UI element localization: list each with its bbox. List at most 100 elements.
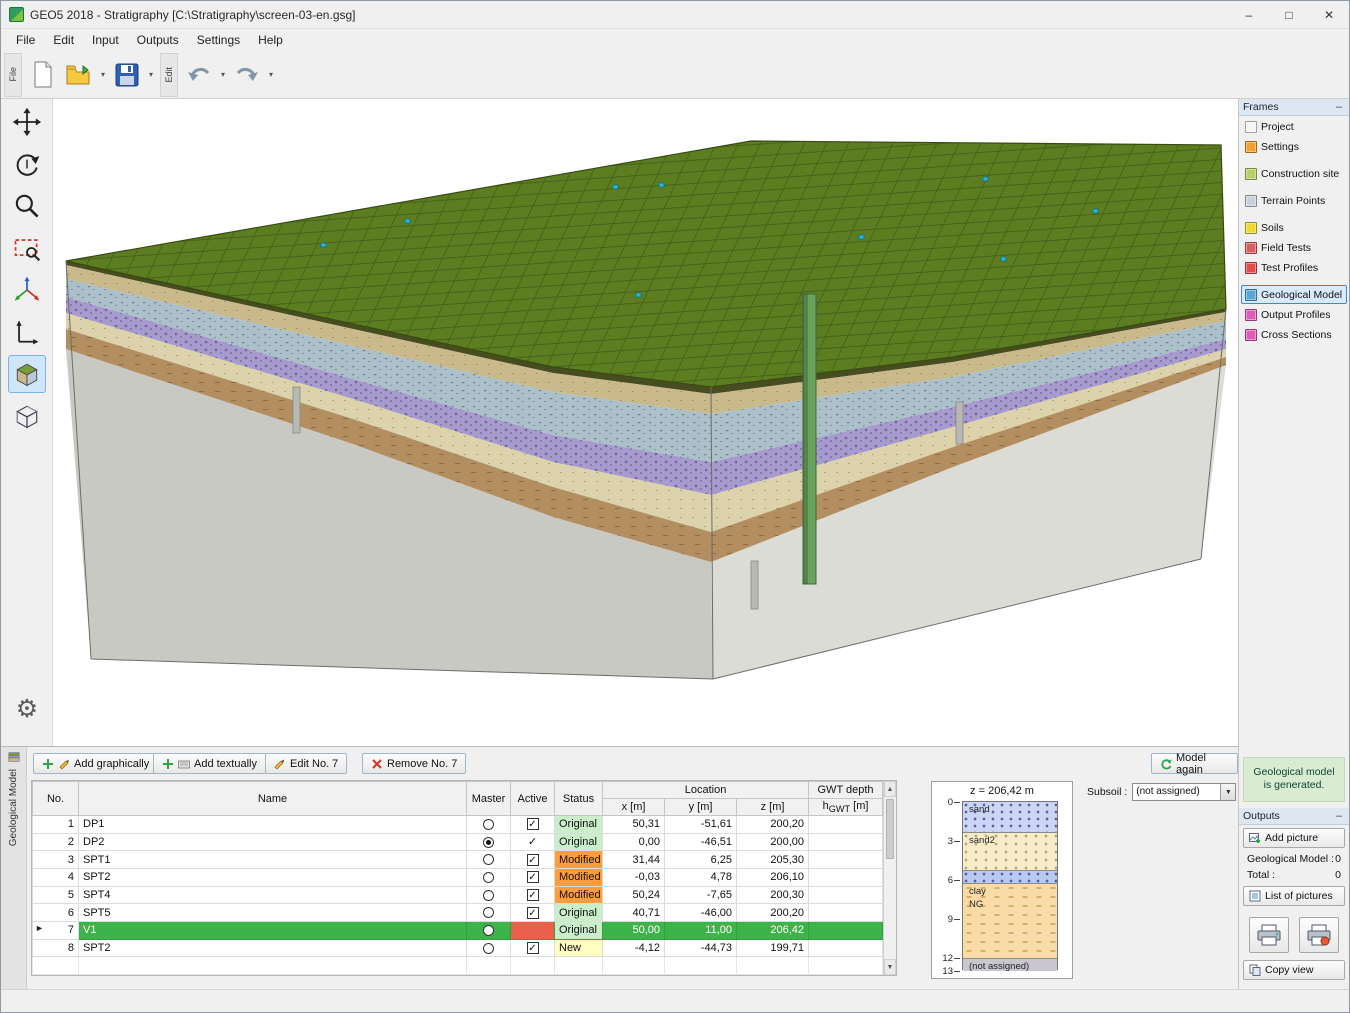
frame-item-geological-model[interactable]: Geological Model xyxy=(1241,285,1347,304)
depth-tick xyxy=(954,958,960,959)
zoom-tool-button[interactable] xyxy=(8,187,46,225)
menu-item-edit[interactable]: Edit xyxy=(44,31,83,49)
redo-dropdown[interactable]: ▾ xyxy=(265,57,277,93)
scroll-track[interactable] xyxy=(884,797,896,959)
master-radio[interactable] xyxy=(483,907,494,918)
undo-dropdown[interactable]: ▾ xyxy=(217,57,229,93)
bottom-panel-tab[interactable]: Geological Model xyxy=(1,747,27,989)
file-toolbar-tab[interactable]: File xyxy=(4,53,22,97)
add-graphically-button[interactable]: Add graphically xyxy=(33,753,158,774)
table-row-1-dp1[interactable]: 1DP1✓Original50,31-51,61200,20 xyxy=(33,816,883,834)
list-of-pictures-button[interactable]: List of pictures xyxy=(1243,886,1345,906)
active-cell[interactable]: ✓ xyxy=(511,851,555,869)
table-row-5-spt4[interactable]: 5SPT4✓Modified50,24-7,65200,30 xyxy=(33,886,883,904)
menu-item-file[interactable]: File xyxy=(7,31,44,49)
frame-item-settings[interactable]: Settings xyxy=(1241,137,1347,156)
axes-tool-button[interactable] xyxy=(8,271,46,309)
remove-test-button[interactable]: Remove No. 7 xyxy=(362,753,466,774)
add-picture-button[interactable]: Add picture xyxy=(1243,828,1345,848)
frame-item-cross-sections[interactable]: Cross Sections xyxy=(1241,325,1347,344)
active-cell-flagged[interactable] xyxy=(511,921,555,939)
frames-collapse-icon[interactable]: – xyxy=(1333,101,1345,113)
edit-test-button[interactable]: Edit No. 7 xyxy=(265,753,347,774)
menu-item-settings[interactable]: Settings xyxy=(188,31,249,49)
table-row-4-spt2[interactable]: 4SPT2✓Modified-0,034,78206,10 xyxy=(33,868,883,886)
minimize-button[interactable]: – xyxy=(1229,1,1269,28)
model-again-button[interactable]: Model again xyxy=(1151,753,1238,774)
viewport-3d[interactable] xyxy=(53,99,1238,746)
print-preview-button[interactable] xyxy=(1299,917,1339,953)
master-cell[interactable] xyxy=(467,868,511,886)
scroll-up-icon[interactable]: ▲ xyxy=(884,781,896,797)
zoom-window-tool-button[interactable] xyxy=(8,229,46,267)
master-radio[interactable] xyxy=(483,925,494,936)
master-cell[interactable] xyxy=(467,939,511,957)
table-row-6-spt5[interactable]: 6SPT5✓Original40,71-46,00200,20 xyxy=(33,904,883,922)
frame-item-terrain-points[interactable]: Terrain Points xyxy=(1241,191,1347,210)
menu-item-outputs[interactable]: Outputs xyxy=(128,31,188,49)
menu-item-input[interactable]: Input xyxy=(83,31,128,49)
scroll-down-icon[interactable]: ▼ xyxy=(884,959,896,975)
scroll-thumb[interactable] xyxy=(886,799,894,859)
add-textually-button[interactable]: Add textually xyxy=(153,753,266,774)
table-row-7-v1[interactable]: ►7V1Original50,0011,00206,42 xyxy=(33,921,883,939)
wireframe-view-button[interactable] xyxy=(8,397,46,435)
active-checkbox[interactable]: ✓ xyxy=(527,871,539,883)
master-cell[interactable] xyxy=(467,833,511,851)
undo-button[interactable] xyxy=(182,57,216,93)
active-checkbox[interactable]: ✓ xyxy=(527,854,539,866)
frame-item-output-profiles[interactable]: Output Profiles xyxy=(1241,305,1347,324)
active-cell[interactable]: ✓ xyxy=(511,904,555,922)
table-scrollbar[interactable]: ▲ ▼ xyxy=(883,781,896,975)
active-cell[interactable]: ✓ xyxy=(511,939,555,957)
close-button[interactable]: ✕ xyxy=(1309,1,1349,28)
master-radio[interactable] xyxy=(483,890,494,901)
orientation-tool-button[interactable] xyxy=(8,313,46,351)
master-cell[interactable] xyxy=(467,904,511,922)
frame-item-soils[interactable]: Soils xyxy=(1241,218,1347,237)
frame-item-field-tests[interactable]: Field Tests xyxy=(1241,238,1347,257)
menu-item-help[interactable]: Help xyxy=(249,31,292,49)
active-checkbox[interactable]: ✓ xyxy=(527,818,539,830)
active-cell[interactable]: ✓ xyxy=(511,833,555,851)
table-row-3-spt1[interactable]: 3SPT1✓Modified31,446,25205,30 xyxy=(33,851,883,869)
master-cell[interactable] xyxy=(467,816,511,834)
frame-item-project[interactable]: Project xyxy=(1241,117,1347,136)
new-file-button[interactable] xyxy=(26,57,60,93)
frame-item-construction-site[interactable]: Construction site xyxy=(1241,164,1347,183)
save-button[interactable] xyxy=(110,57,144,93)
active-checkbox[interactable]: ✓ xyxy=(527,907,539,919)
master-radio[interactable] xyxy=(483,854,494,865)
redo-button[interactable] xyxy=(230,57,264,93)
frame-item-test-profiles[interactable]: Test Profiles xyxy=(1241,258,1347,277)
active-checkbox[interactable]: ✓ xyxy=(527,889,539,901)
table-row-8-spt2[interactable]: 8SPT2✓New-4,12-44,73199,71 xyxy=(33,939,883,957)
rotate-tool-button[interactable] xyxy=(8,145,46,183)
active-cell[interactable]: ✓ xyxy=(511,868,555,886)
outputs-collapse-icon[interactable]: – xyxy=(1333,810,1345,822)
undo-icon xyxy=(185,63,213,87)
copy-view-button[interactable]: Copy view xyxy=(1243,960,1345,980)
edit-toolbar-tab[interactable]: Edit xyxy=(160,53,178,97)
print-button[interactable] xyxy=(1249,917,1289,953)
view-settings-button[interactable]: ⚙ xyxy=(8,690,46,728)
subsoil-dropdown[interactable]: (not assigned) ▼ xyxy=(1132,783,1236,801)
active-checkbox[interactable]: ✓ xyxy=(527,942,539,954)
master-cell[interactable] xyxy=(467,851,511,869)
save-dropdown[interactable]: ▾ xyxy=(145,57,157,93)
active-cell[interactable]: ✓ xyxy=(511,816,555,834)
solid-view-button[interactable] xyxy=(8,355,46,393)
open-file-button[interactable] xyxy=(62,57,96,93)
maximize-button[interactable]: □ xyxy=(1269,1,1309,28)
dropdown-arrow-icon[interactable]: ▼ xyxy=(1220,784,1235,800)
master-radio[interactable] xyxy=(483,819,494,830)
master-cell[interactable] xyxy=(467,886,511,904)
active-cell[interactable]: ✓ xyxy=(511,886,555,904)
master-radio[interactable] xyxy=(483,837,494,848)
master-radio[interactable] xyxy=(483,943,494,954)
open-file-dropdown[interactable]: ▾ xyxy=(97,57,109,93)
master-radio[interactable] xyxy=(483,872,494,883)
table-row-2-dp2[interactable]: 2DP2✓Original0,00-46,51200,00 xyxy=(33,833,883,851)
master-cell[interactable] xyxy=(467,921,511,939)
pan-tool-button[interactable] xyxy=(8,103,46,141)
